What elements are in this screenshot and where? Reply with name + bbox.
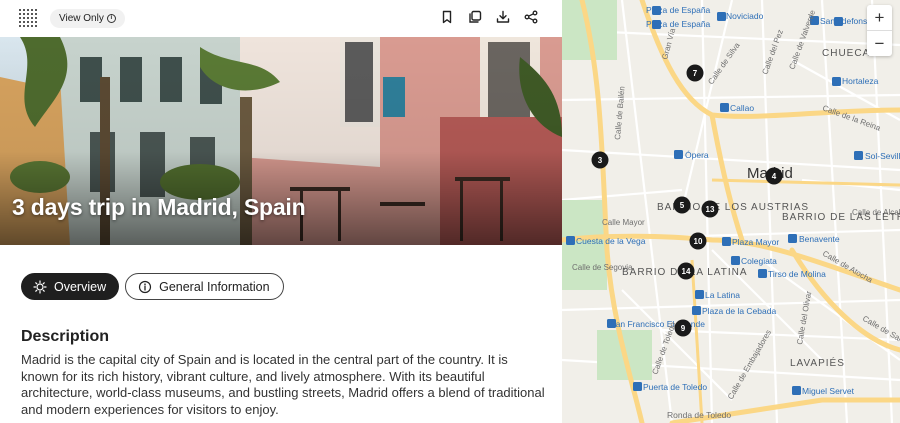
map-place-label: Hortaleza (842, 76, 879, 86)
map-place-label: La Latina (705, 290, 740, 300)
app-logo-icon[interactable] (18, 8, 38, 28)
map-place-label: Cuesta de la Vega (576, 236, 646, 246)
section-tabs: Overview General Information (21, 273, 284, 300)
map-place-label: San Ildefonso (820, 16, 872, 26)
svg-text:9: 9 (681, 324, 686, 333)
map-marker[interactable]: 10 (689, 232, 707, 250)
map-place-label: Noviciado (726, 11, 764, 21)
svg-text:14: 14 (682, 267, 691, 276)
info-circle-icon (138, 280, 152, 293)
map-place-label: Sol-Sevilla (865, 151, 900, 161)
map-place-label: Colegiata (741, 256, 777, 266)
map-place-label: Benavente (799, 234, 840, 244)
map-district-label: BARRIO DE LAS LETRAS (782, 212, 900, 223)
map-place-label: Plaza de España (646, 5, 711, 15)
map-place-label: Ópera (685, 150, 709, 160)
share-icon[interactable] (524, 10, 538, 24)
hero-banner: 3 days trip in Madrid, Spain (0, 37, 562, 245)
map-district-label: CHUECA (822, 48, 870, 59)
map-place-label: Plaza Mayor (732, 237, 779, 247)
map-marker[interactable]: 4 (765, 167, 783, 185)
lightbulb-icon (33, 279, 47, 294)
description-text: Madrid is the capital city of Spain and … (21, 352, 545, 417)
svg-text:13: 13 (706, 205, 715, 214)
svg-text:7: 7 (693, 69, 698, 78)
itinerary-panel: View Only i 3 days trip in Madrid, Spain… (0, 0, 562, 423)
tab-general-information[interactable]: General Information (125, 273, 284, 300)
map-place-label: Puerta de Toledo (643, 382, 707, 392)
trip-title: 3 days trip in Madrid, Spain (12, 194, 306, 220)
map-marker[interactable]: 14 (677, 262, 695, 280)
duplicate-icon[interactable] (468, 10, 482, 24)
map-street-label: Calle de Embajadores (726, 328, 773, 401)
map-canvas[interactable]: Plaza de España Noviciado San Ildefonso … (562, 0, 900, 423)
map-street-label: Calle de Silva (706, 40, 742, 86)
app-root: View Only i 3 days trip in Madrid, Spain… (0, 0, 900, 423)
view-only-badge[interactable]: View Only i (50, 9, 125, 28)
map-marker[interactable]: 5 (673, 196, 691, 214)
map-view[interactable]: Plaza de España Noviciado San Ildefonso … (562, 0, 900, 423)
svg-text:3: 3 (598, 156, 603, 165)
download-icon[interactable] (496, 10, 510, 24)
map-place-label: Miguel Servet (802, 386, 855, 396)
tab-general-information-label: General Information (159, 279, 270, 294)
map-place-label: Plaza de España (646, 19, 711, 29)
map-place-label: Tirso de Molina (768, 269, 826, 279)
map-district-label: LAVAPIÉS (790, 356, 845, 369)
tab-overview[interactable]: Overview (21, 273, 120, 300)
map-place-label: Plaza de la Cebada (702, 306, 776, 316)
description-heading: Description (21, 328, 110, 345)
view-only-label: View Only (59, 13, 104, 24)
svg-text:10: 10 (694, 237, 703, 246)
info-icon: i (106, 14, 116, 23)
top-toolbar: View Only i (0, 0, 562, 37)
svg-text:4: 4 (772, 172, 777, 181)
map-street-label: Calle Mayor (602, 218, 645, 227)
map-marker[interactable]: 13 (701, 200, 719, 218)
svg-text:5: 5 (680, 201, 685, 210)
map-place-label: Callao (730, 103, 754, 113)
map-street-label: Calle de Bailén (613, 86, 627, 140)
tab-overview-label: Overview (54, 279, 107, 294)
bookmark-icon[interactable] (440, 10, 454, 24)
map-marker[interactable]: 3 (591, 151, 609, 169)
map-place-label: Ronda de Toledo (667, 410, 731, 420)
zoom-in-button[interactable]: + (867, 5, 892, 30)
zoom-controls: + − (867, 5, 892, 56)
map-marker[interactable]: 7 (686, 64, 704, 82)
map-street-label: Gran Vía (660, 27, 677, 61)
map-marker[interactable]: 9 (674, 319, 692, 337)
zoom-out-button[interactable]: − (867, 31, 892, 56)
